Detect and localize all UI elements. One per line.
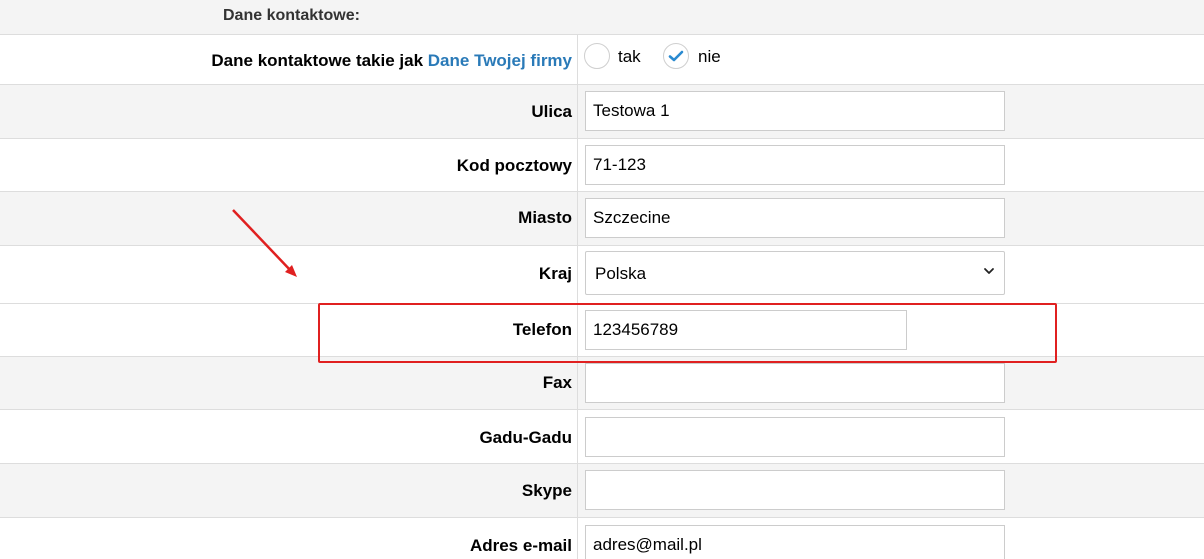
section-header: Dane kontaktowe: (0, 0, 1204, 35)
checkmark-icon (668, 50, 684, 62)
radio-nie[interactable] (663, 43, 689, 69)
phone-row: Telefon (0, 304, 1204, 357)
email-label: Adres e-mail (469, 536, 572, 555)
fax-label: Fax (542, 373, 572, 392)
postal-row: Kod pocztowy (0, 139, 1204, 192)
city-row: Miasto (0, 192, 1204, 246)
phone-label: Telefon (512, 320, 572, 339)
row-divider (577, 35, 578, 84)
radio-tak-label: tak (618, 47, 641, 66)
skype-label: Skype (521, 481, 572, 500)
contact-same-label: Dane kontaktowe takie jak Dane Twojej fi… (211, 51, 572, 71)
row-divider (577, 464, 578, 517)
postal-label: Kod pocztowy (456, 156, 572, 175)
city-input[interactable] (585, 198, 1005, 238)
radio-tak[interactable] (584, 43, 610, 69)
company-data-link[interactable]: Dane Twojej firmy (428, 51, 572, 70)
row-divider (577, 410, 578, 463)
gadu-gadu-input[interactable] (585, 417, 1005, 457)
country-label: Kraj (538, 264, 572, 283)
contact-same-row: Dane kontaktowe takie jak Dane Twojej fi… (0, 35, 1204, 85)
street-row: Ulica (0, 85, 1204, 139)
contact-same-label-text: Dane kontaktowe takie jak (211, 51, 424, 70)
row-divider (577, 304, 578, 356)
row-divider (577, 518, 578, 559)
email-row: Adres e-mail (0, 518, 1204, 559)
phone-input[interactable] (585, 310, 907, 350)
postal-code-input[interactable] (585, 145, 1005, 185)
country-select[interactable]: Polska (585, 251, 1005, 295)
fax-input[interactable] (585, 363, 1005, 403)
fax-row: Fax (0, 357, 1204, 410)
gadu-label: Gadu-Gadu (479, 428, 572, 447)
skype-input[interactable] (585, 470, 1005, 510)
email-input[interactable] (585, 525, 1005, 559)
radio-nie-label: nie (698, 47, 721, 66)
street-label: Ulica (531, 102, 572, 121)
country-select-value: Polska (595, 264, 647, 283)
row-divider (577, 357, 578, 409)
row-divider (577, 192, 578, 245)
skype-row: Skype (0, 464, 1204, 518)
gadu-row: Gadu-Gadu (0, 410, 1204, 464)
row-divider (577, 246, 578, 303)
country-row: Kraj Polska (0, 246, 1204, 304)
city-label: Miasto (518, 208, 572, 227)
street-input[interactable] (585, 91, 1005, 131)
chevron-down-icon (984, 268, 994, 274)
row-divider (577, 139, 578, 191)
row-divider (577, 85, 578, 138)
section-title: Dane kontaktowe: (223, 7, 360, 24)
